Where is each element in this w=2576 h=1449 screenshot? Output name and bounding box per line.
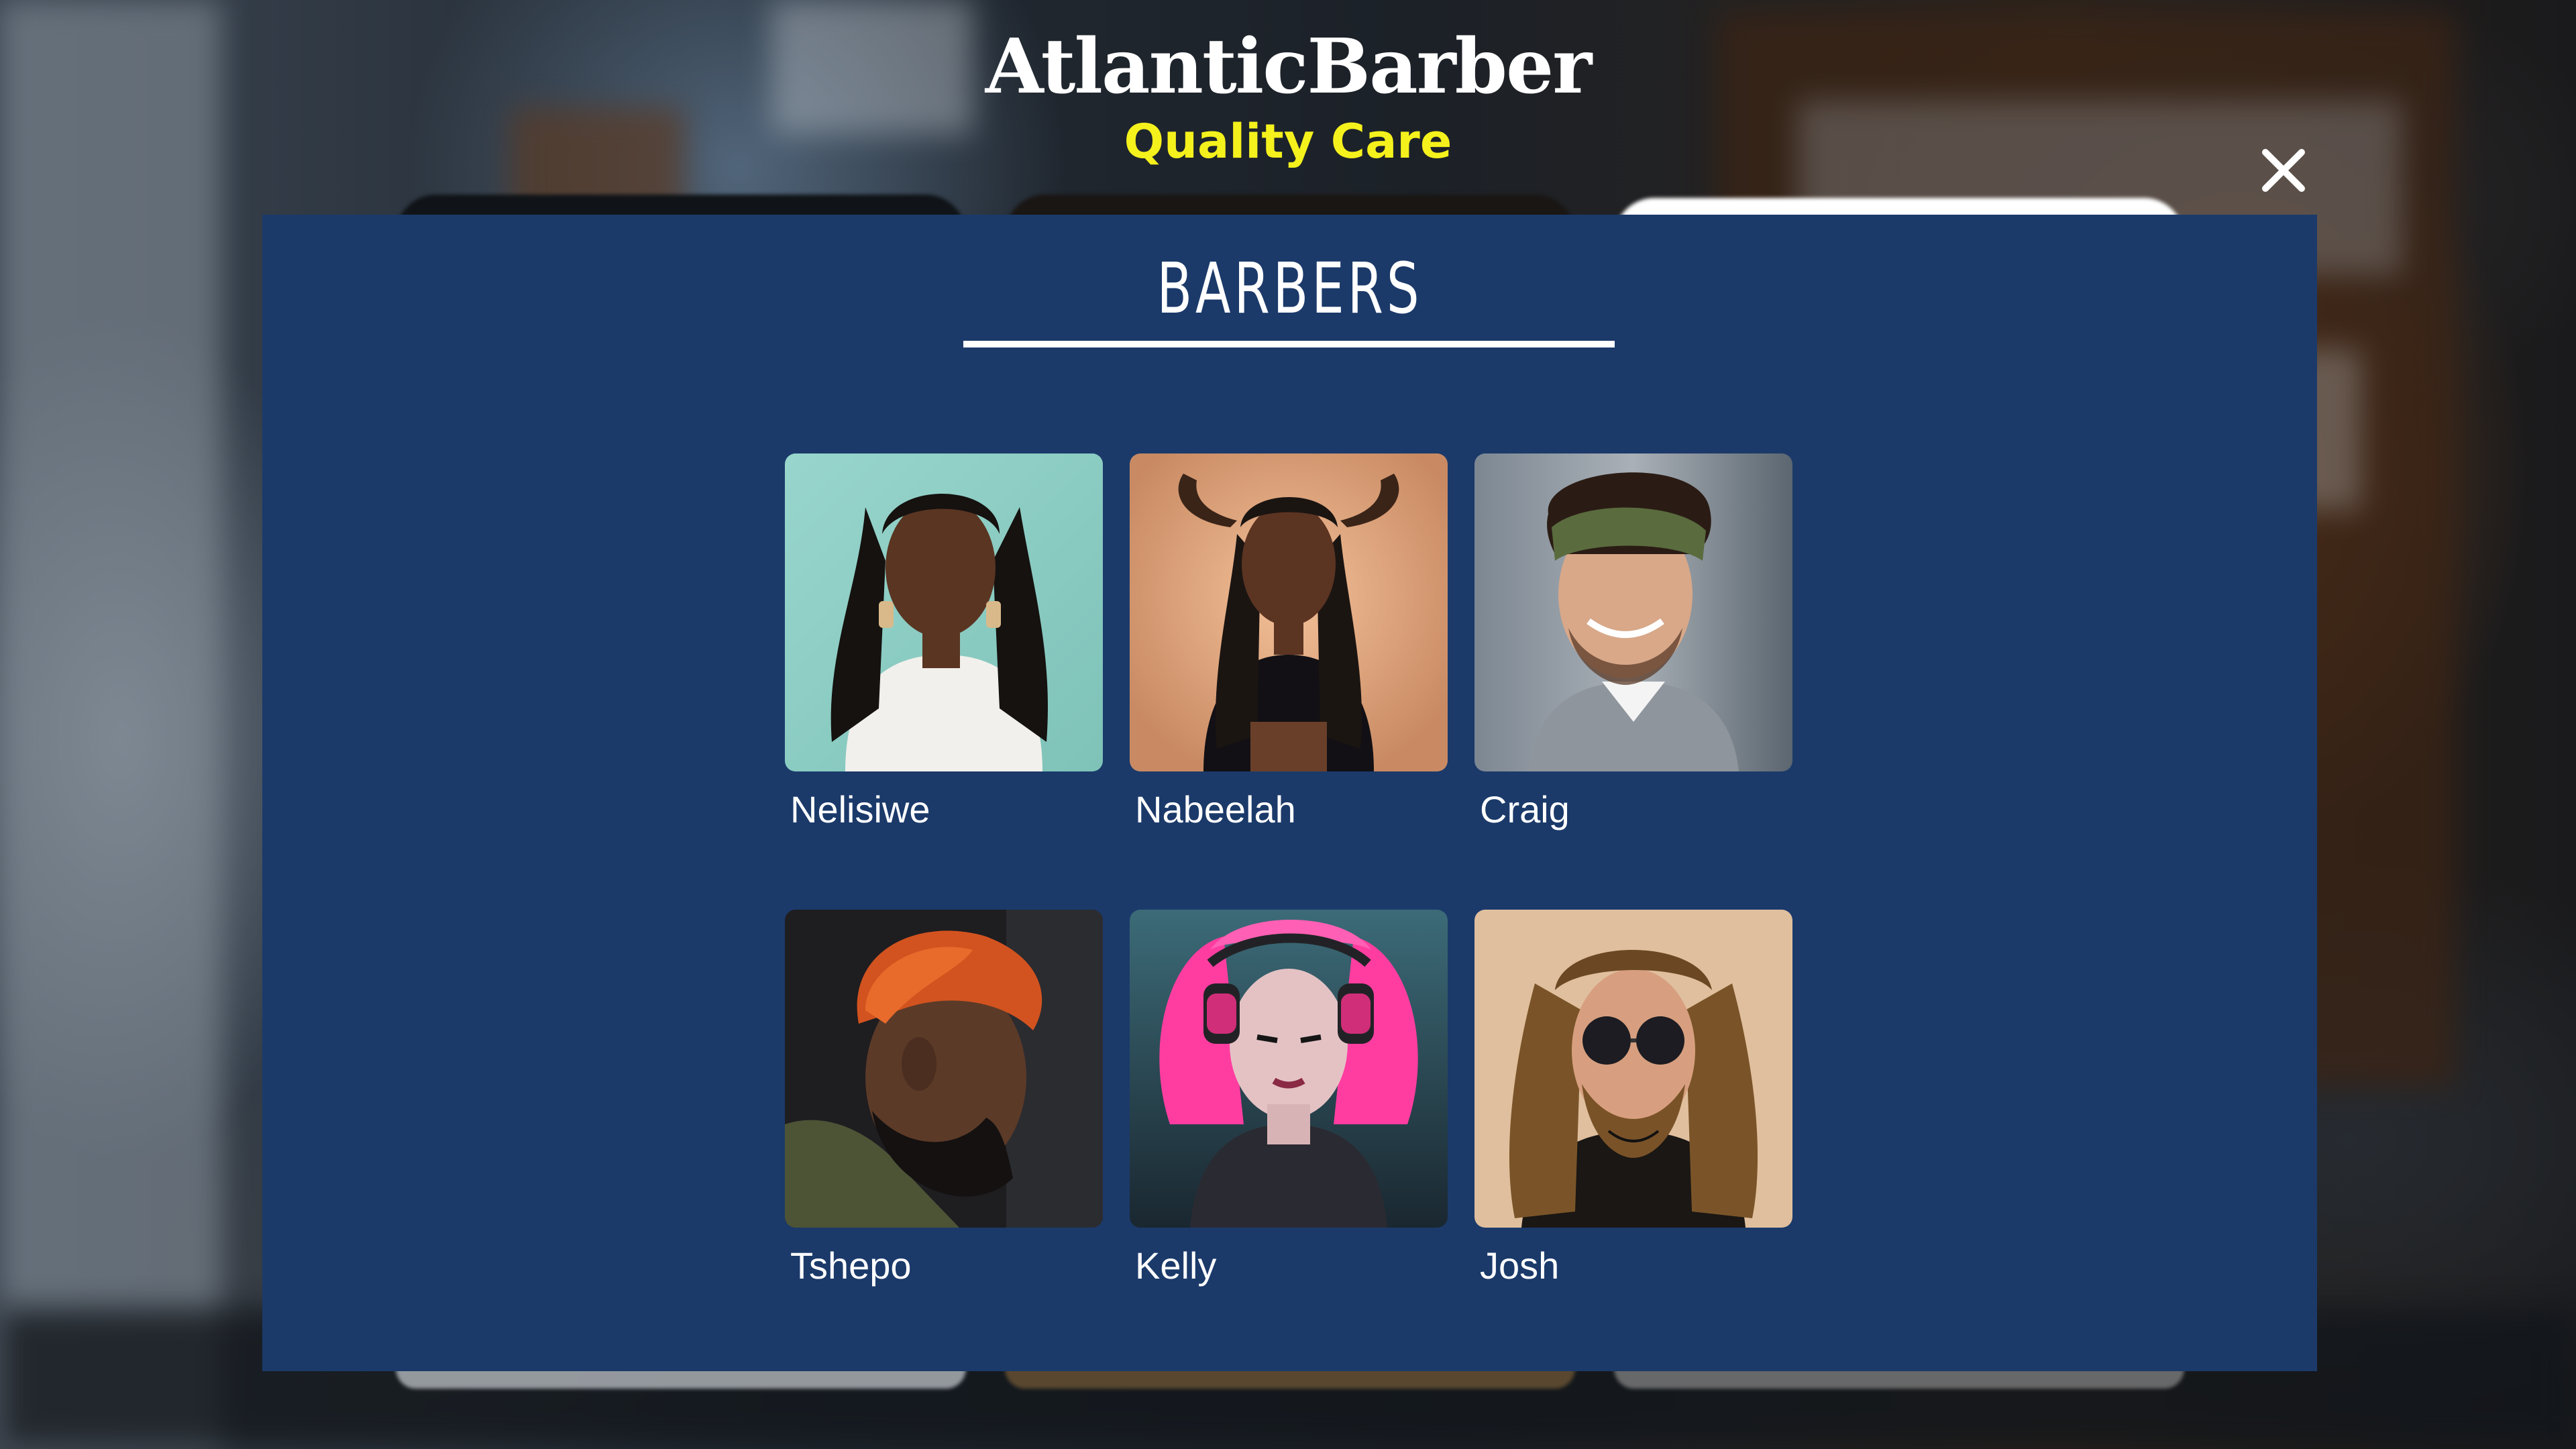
barbers-modal: BARBERS Nelisiwe Nabeelah Craig Tshepo K… [262,215,2317,1371]
barber-photo-tshepo [785,910,1103,1228]
barber-name: Tshepo [790,1244,912,1287]
brand-subtitle: Quality Care [1124,114,1452,169]
barber-card-craig[interactable]: Craig [1474,453,1792,833]
barber-name: Craig [1480,788,1570,830]
brand-title: AtlanticBarber [985,23,1593,111]
brand-header: AtlanticBarber Quality Care [0,20,2576,172]
modal-title: BARBERS [1157,248,1423,329]
barber-card-kelly[interactable]: Kelly [1130,910,1448,1289]
barber-name: Nelisiwe [790,788,930,830]
barber-name: Josh [1480,1244,1560,1287]
barber-photo-nabeelah [1130,453,1448,771]
title-divider [963,341,1615,347]
barber-card-nabeelah[interactable]: Nabeelah [1130,453,1448,833]
barber-grid: Nelisiwe Nabeelah Craig Tshepo Kelly Jos… [785,453,1792,1326]
barber-photo-josh [1474,910,1792,1228]
barber-card-josh[interactable]: Josh [1474,910,1792,1289]
barber-name: Kelly [1135,1244,1217,1287]
close-button[interactable] [2255,142,2312,199]
close-icon [2262,149,2305,192]
barber-photo-kelly [1130,910,1448,1228]
barber-name: Nabeelah [1135,788,1296,830]
barber-card-tshepo[interactable]: Tshepo [785,910,1103,1289]
barber-photo-nelisiwe [785,453,1103,771]
barber-card-nelisiwe[interactable]: Nelisiwe [785,453,1103,833]
barber-photo-craig [1474,453,1792,771]
